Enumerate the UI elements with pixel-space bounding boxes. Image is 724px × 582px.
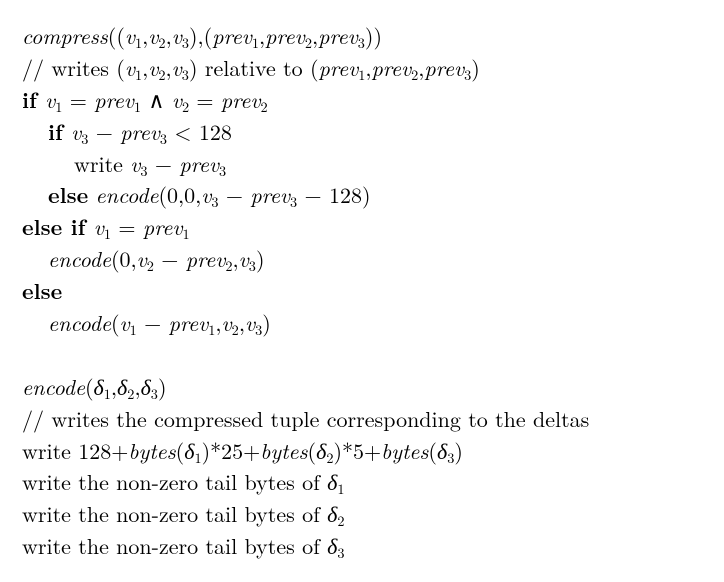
line-compress-signature: compress((v1,v2,v3),(prev1,prev2,prev3)) <box>22 20 702 52</box>
kw-if: if <box>22 84 45 115</box>
kw-if: if <box>48 116 71 147</box>
line-write-tail-3: write the non-zero tail bytes of δ3 <box>22 530 702 562</box>
line-if-1: if v1 = prev1 ∧ v2 = prev2 <box>22 84 702 116</box>
fn-encode: encode <box>22 371 85 402</box>
line-encode-3: encode(v1 − prev1,v2,v3) <box>22 307 702 339</box>
var-v3: v3 <box>172 20 189 51</box>
kw-elseif: else if <box>22 211 94 242</box>
line-comment-2: // writes the compressed tuple correspon… <box>22 403 702 435</box>
var-delta2: δ2 <box>117 371 134 402</box>
line-write-tail-2: write the non-zero tail bytes of δ2 <box>22 498 702 530</box>
var-delta3: δ3 <box>141 371 158 402</box>
line-else: else <box>22 275 702 307</box>
line-write-1: write v3 − prev3 <box>22 148 702 180</box>
line-else-encode-1: else encode(0,0,v3 − prev3 − 128) <box>22 179 702 211</box>
var-prev1: prev1 <box>212 20 259 51</box>
var-prev3: prev3 <box>318 20 365 51</box>
var-delta1: δ1 <box>94 371 111 402</box>
line-write-tail-1: write the non-zero tail bytes of δ1 <box>22 466 702 498</box>
line-encode-2: encode(0,v2 − prev2,v3) <box>22 243 702 275</box>
line-comment-1: // writes (v1,v2,v3) relative to (prev1,… <box>22 52 702 84</box>
kw-else: else <box>22 275 62 306</box>
line-elseif: else if v1 = prev1 <box>22 211 702 243</box>
var-prev2: prev2 <box>265 20 312 51</box>
line-encode-signature: encode(δ1,δ2,δ3) <box>22 371 702 403</box>
fn-compress: compress <box>22 20 108 51</box>
line-if-2: if v3 − prev3 < 128 <box>22 116 702 148</box>
text: (( <box>108 20 125 51</box>
line-write-header: write 128+bytes(δ1)*25+bytes(δ2)*5+bytes… <box>22 435 702 467</box>
blank-line <box>22 339 702 371</box>
kw-else: else <box>48 179 88 210</box>
var-v2: v2 <box>148 20 165 51</box>
var-v1: v1 <box>125 20 142 51</box>
